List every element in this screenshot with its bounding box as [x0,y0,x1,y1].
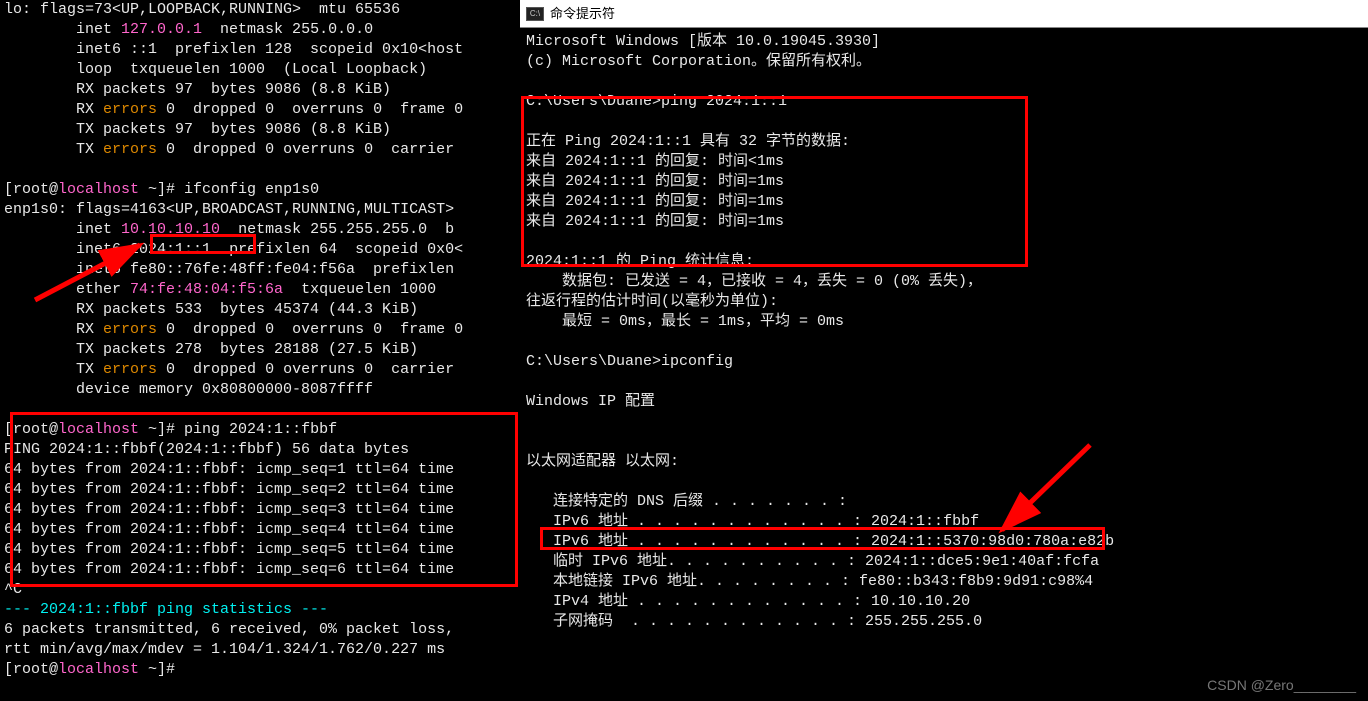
cmd-output: Microsoft Windows [版本 10.0.19045.3930] (… [526,32,1362,632]
watermark: CSDN @Zero________ [1207,675,1356,695]
cmd-icon: C:\ [526,7,544,21]
window-titlebar[interactable]: C:\ 命令提示符 [520,0,1368,28]
window-title: 命令提示符 [550,4,615,24]
windows-cmd[interactable]: C:\ 命令提示符 Microsoft Windows [版本 10.0.190… [520,0,1368,701]
terminal-output: lo: flags=73<UP,LOOPBACK,RUNNING> mtu 65… [4,0,516,680]
linux-terminal[interactable]: lo: flags=73<UP,LOOPBACK,RUNNING> mtu 65… [0,0,520,701]
